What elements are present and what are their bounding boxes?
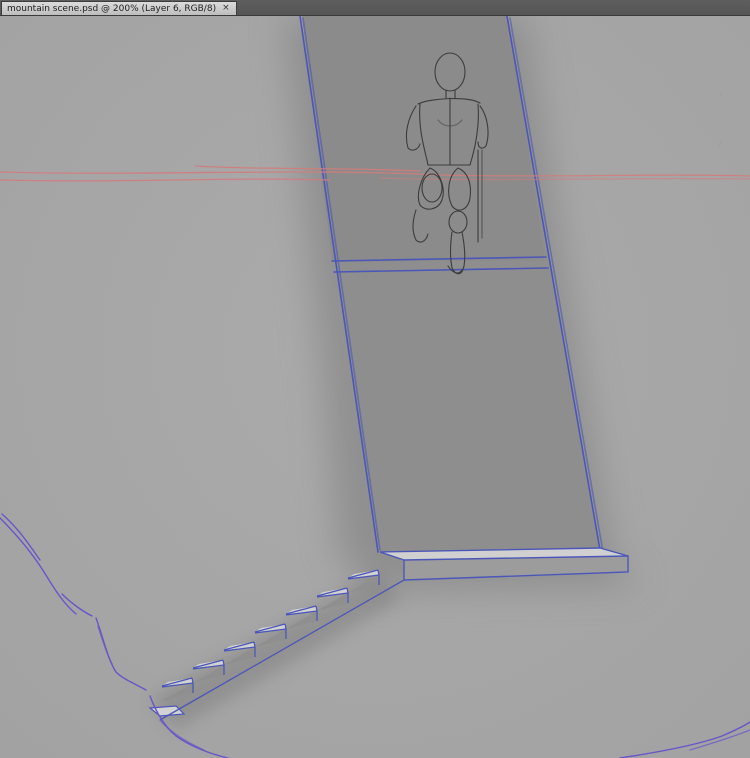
document-canvas[interactable] — [0, 16, 750, 758]
close-icon[interactable]: × — [222, 4, 230, 13]
wall-upper-shade — [302, 16, 545, 262]
sketch-artwork — [0, 16, 750, 758]
document-tab-title[interactable]: mountain scene.psd @ 200% (Layer 6, RGB/… — [7, 4, 216, 14]
document-tab[interactable]: mountain scene.psd @ 200% (Layer 6, RGB/… — [1, 1, 237, 15]
document-tab-bar: mountain scene.psd @ 200% (Layer 6, RGB/… — [0, 0, 750, 16]
